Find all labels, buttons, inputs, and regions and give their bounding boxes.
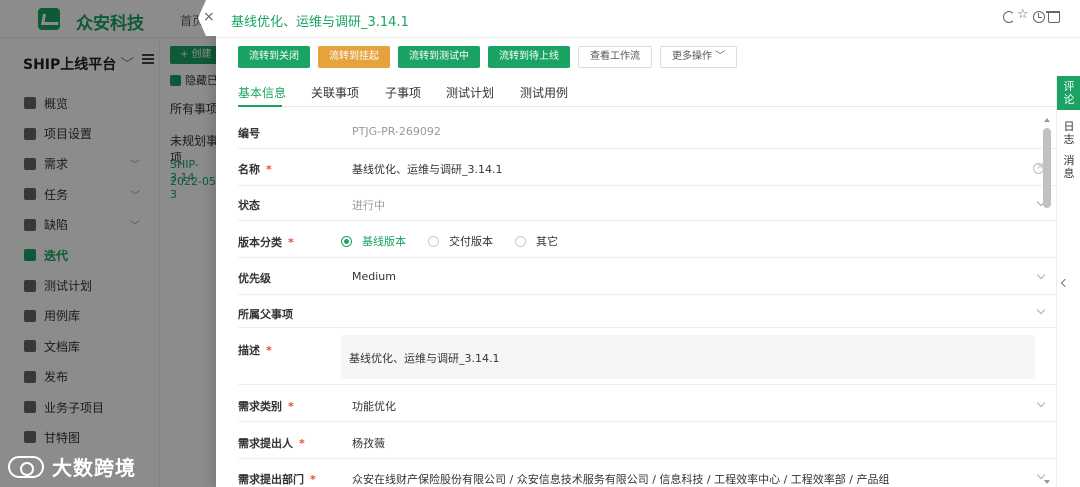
drawer-title: 基线优化、运维与调研_3.14.1 [231,15,409,30]
tab[interactable]: 基本信息 [238,84,286,101]
field-req-type[interactable]: 需求类别 * 功能优化 [238,386,1056,422]
clock-icon[interactable] [1033,11,1045,23]
action-button[interactable]: 更多操作 ﹀ [660,46,738,68]
field-label: 需求类别 * [238,400,294,413]
version-type-radio-group: 基线版本 交付版本 其它 [341,233,558,249]
star-icon[interactable] [1017,7,1030,23]
radio-label: 其它 [536,235,558,248]
field-label: 状态 [238,199,260,212]
required-mark: * [288,236,294,249]
form-scrollbar[interactable] [1043,118,1051,487]
radio-option[interactable]: 基线版本 [341,233,406,249]
action-button[interactable]: 流转到测试中 [398,46,480,68]
field-status[interactable]: 状态 进行中 [238,187,1056,221]
scroll-thumb[interactable] [1043,128,1051,208]
field-parent[interactable]: 所属父事项 [238,296,1056,328]
field-dept[interactable]: 需求提出部门 * 众安在线财产保险股份有限公司 / 众安信息技术服务有限公司 / … [238,460,1056,487]
watermark: 大数跨境 [8,452,136,481]
side-tab[interactable]: 消 息 [1057,150,1080,184]
required-mark: * [266,344,272,357]
number-value: PTJG-PR-269092 [352,125,441,138]
close-icon: × [203,9,215,25]
side-tab[interactable]: 日 志 [1057,116,1080,150]
collapse-arrow-icon[interactable] [1060,278,1070,288]
tab[interactable]: 子事项 [385,84,421,101]
watermark-logo-icon [8,455,44,478]
scroll-up-icon[interactable] [1044,118,1050,122]
action-button[interactable]: 流转到挂起 [318,46,390,68]
status-value[interactable]: 进行中 [352,197,385,213]
field-description: 描述 * 基线优化、运维与调研_3.14.1 [238,329,1056,385]
field-proposer[interactable]: 需求提出人 * 杨孜薇 [238,423,1056,459]
radio-label: 交付版本 [449,235,493,248]
radio-icon [515,235,526,247]
req-type-value[interactable]: 功能优化 [352,398,396,414]
proposer-value[interactable]: 杨孜薇 [352,435,385,451]
field-label: 所属父事项 [238,308,293,321]
field-number: 编号 PTJG-PR-269092 [238,115,1056,149]
scroll-down-icon[interactable] [1044,480,1050,484]
header-icon-group [1003,7,1060,23]
side-tab[interactable]: 评 论 [1057,76,1080,110]
active-tab-indicator [238,105,282,107]
field-label: 需求提出部门 * [238,473,316,486]
field-label: 版本分类 * [238,236,294,249]
trash-icon[interactable] [1046,11,1060,23]
required-mark: * [299,437,305,450]
field-name[interactable]: 名称 * 基线优化、运维与调研_3.14.1 [238,150,1056,186]
tab[interactable]: 测试计划 [446,84,494,101]
radio-option[interactable]: 其它 [515,233,558,249]
description-text: 基线优化、运维与调研_3.14.1 [349,352,500,365]
action-button[interactable]: 流转到待上线 [488,46,570,68]
refresh-icon[interactable] [1003,11,1015,23]
field-priority[interactable]: 优先级 Medium [238,259,1056,295]
field-version-type: 版本分类 * 基线版本 交付版本 其它 [238,222,1056,258]
detail-drawer: × 基线优化、运维与调研_3.14.1 流转到关闭流转到挂起流转到测试中流转到待… [198,0,1080,487]
field-label: 编号 [238,127,260,140]
tab[interactable]: 关联事项 [311,84,359,101]
action-bar: 流转到关闭 流转到挂起 流转到测试中 流转到待上线 查看工作流 更多操作 ﹀ [238,46,738,68]
field-label: 名称 * [238,163,272,176]
dept-value[interactable]: 众安在线财产保险股份有限公司 / 众安信息技术服务有限公司 / 信息科技 / 工… [352,471,890,487]
field-label: 需求提出人 * [238,437,305,450]
field-label: 优先级 [238,272,271,285]
tab[interactable]: 测试用例 [520,84,568,101]
side-rail: 评 论日 志消 息 [1056,76,1080,487]
drawer-header: 基线优化、运维与调研_3.14.1 [216,0,1080,38]
required-mark: * [310,473,316,486]
radio-icon [341,235,352,247]
radio-option[interactable]: 交付版本 [428,233,493,249]
priority-value[interactable]: Medium [352,270,396,283]
required-mark: * [288,400,294,413]
name-value[interactable]: 基线优化、运维与调研_3.14.1 [352,161,503,177]
radio-icon [428,235,439,247]
field-label: 描述 * [238,344,272,357]
description-editor[interactable]: 基线优化、运维与调研_3.14.1 [341,335,1035,379]
detail-tabs: 基本信息 关联事项 子事项 测试计划 测试用例 [238,78,1056,107]
required-mark: * [266,163,272,176]
watermark-text: 大数跨境 [52,456,136,480]
action-button[interactable]: 查看工作流 [578,46,652,68]
action-button[interactable]: 流转到关闭 [238,46,310,68]
radio-label: 基线版本 [362,235,406,248]
